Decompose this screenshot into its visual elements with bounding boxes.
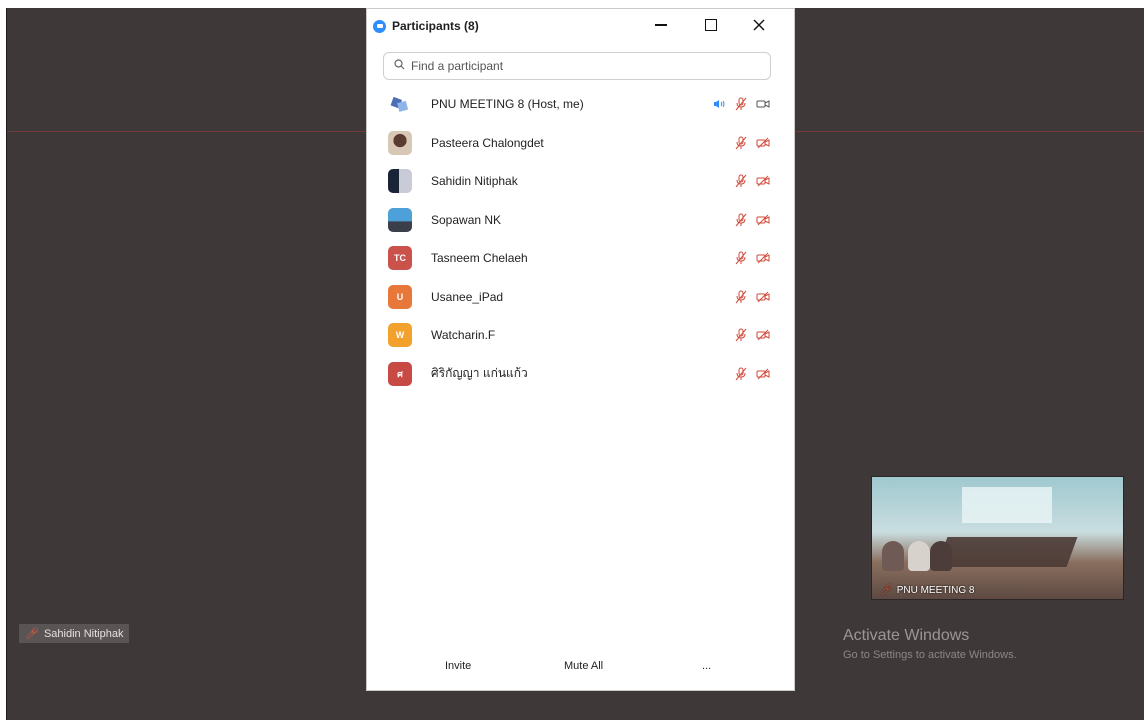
muted-mic-icon[interactable]: [734, 213, 748, 227]
minimize-icon: [655, 24, 667, 26]
muted-mic-icon[interactable]: [734, 328, 748, 342]
search-icon: [394, 59, 405, 73]
participant-avatar: U: [388, 284, 412, 309]
minimize-button[interactable]: [647, 15, 675, 35]
video-off-icon[interactable]: [756, 367, 770, 381]
room-window: [962, 487, 1052, 523]
active-speaker-name: Sahidin Nitiphak: [43, 627, 124, 640]
invite-button[interactable]: Invite: [445, 660, 471, 672]
self-video-thumbnail[interactable]: 🎤︎ PNU MEETING 8: [871, 476, 1124, 600]
close-button[interactable]: [745, 15, 773, 35]
muted-mic-icon[interactable]: [734, 174, 748, 188]
maximize-icon: [705, 19, 717, 31]
participant-row[interactable]: W Watcharin.F: [367, 316, 794, 355]
participant-avatar: TC: [388, 246, 412, 271]
search-box[interactable]: [383, 52, 771, 80]
mute-all-button[interactable]: Mute All: [564, 660, 603, 672]
search-input[interactable]: [409, 58, 753, 74]
video-off-icon[interactable]: [756, 251, 770, 265]
muted-mic-icon[interactable]: [734, 97, 748, 111]
participant-row[interactable]: Pasteera Chalongdet: [367, 124, 794, 163]
participant-row[interactable]: U Usanee_iPad: [367, 278, 794, 317]
person-figure: [930, 541, 952, 571]
muted-mic-icon[interactable]: [734, 290, 748, 304]
participant-avatar: [388, 169, 412, 194]
window-titlebar[interactable]: Participants (8): [367, 9, 794, 43]
participant-avatar: [388, 130, 412, 155]
muted-mic-icon: 🎤︎: [880, 585, 893, 596]
participant-name: Watcharin.F: [431, 328, 496, 343]
muted-mic-icon[interactable]: [734, 251, 748, 265]
participant-avatar: ศ: [388, 361, 412, 386]
room-table: [936, 537, 1078, 567]
window-title: Participants (8): [392, 19, 479, 33]
participant-list: PNU MEETING 8 (Host, me) Pasteera Chalon…: [367, 85, 794, 393]
participant-avatar: [388, 207, 412, 232]
participants-footer: Invite Mute All ...: [367, 650, 794, 690]
muted-mic-icon[interactable]: [734, 367, 748, 381]
muted-mic-icon: 🎤︎: [25, 628, 39, 640]
self-video-label: 🎤︎ PNU MEETING 8: [880, 585, 975, 596]
participant-name: Tasneem Chelaeh: [431, 251, 528, 266]
person-figure: [882, 541, 904, 571]
active-speaker-name-tag: 🎤︎ Sahidin Nitiphak: [19, 624, 130, 643]
participant-name: ศิริกัญญา แก่นแก้ว: [431, 366, 528, 381]
participant-name: Usanee_iPad: [431, 289, 504, 304]
more-options-button[interactable]: ...: [702, 660, 711, 672]
host-icon: [388, 92, 412, 116]
video-off-icon[interactable]: [756, 290, 770, 304]
participant-name: PNU MEETING 8 (Host, me): [431, 97, 584, 112]
self-video-name: PNU MEETING 8: [896, 585, 975, 596]
video-off-icon[interactable]: [756, 328, 770, 342]
video-off-icon[interactable]: [756, 136, 770, 150]
participant-row[interactable]: TC Tasneem Chelaeh: [367, 239, 794, 278]
participant-row[interactable]: Sopawan NK: [367, 201, 794, 240]
video-off-icon[interactable]: [756, 213, 770, 227]
maximize-button[interactable]: [697, 15, 725, 35]
speaking-icon: [712, 97, 726, 111]
participant-row[interactable]: Sahidin Nitiphak: [367, 162, 794, 201]
participant-name: Sopawan NK: [431, 212, 502, 227]
close-icon: [753, 19, 765, 31]
watermark-title: Activate Windows: [843, 627, 970, 644]
participant-row[interactable]: PNU MEETING 8 (Host, me): [367, 85, 794, 124]
watermark-subtitle: Go to Settings to activate Windows.: [843, 649, 1017, 661]
video-camera-icon[interactable]: [756, 97, 770, 111]
participants-window: Participants (8) PNU MEETING 8 (Host, me…: [366, 8, 795, 691]
activate-windows-watermark: Activate Windows Go to Settings to activ…: [843, 627, 1017, 661]
video-off-icon[interactable]: [756, 174, 770, 188]
zoom-app-icon: [373, 19, 386, 33]
participant-name: Pasteera Chalongdet: [431, 135, 544, 150]
person-figure: [908, 541, 930, 571]
muted-mic-icon[interactable]: [734, 136, 748, 150]
participant-name: Sahidin Nitiphak: [431, 174, 518, 189]
participant-avatar: W: [388, 323, 412, 348]
participant-row[interactable]: ศ ศิริกัญญา แก่นแก้ว: [367, 355, 794, 394]
